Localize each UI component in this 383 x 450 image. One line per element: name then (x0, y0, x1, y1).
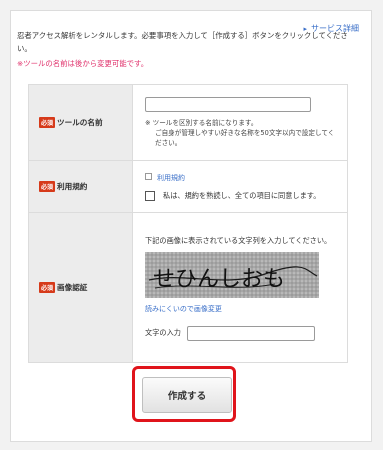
name-change-note: ※ツールの名前は後から変更可能です。 (17, 59, 149, 68)
captcha-image: せひんしおも (145, 251, 319, 298)
required-badge: 必須 (39, 282, 56, 294)
terms-row: 必須 利用規約 利用規約 私は、規約を熟読し、全ての項目に同意します。 (28, 160, 348, 213)
captcha-text: せひんしおも (153, 267, 285, 292)
terms-label-cell: 必須 利用規約 (28, 160, 133, 213)
agree-text: 私は、規約を熟読し、全ての項目に同意します。 (163, 190, 321, 200)
change-captcha-link[interactable]: 読みにくいので画像変更 (145, 304, 335, 314)
agree-row: 私は、規約を熟読し、全ての項目に同意します。 (145, 190, 335, 201)
required-badge: 必須 (39, 181, 56, 193)
captcha-label-cell: 必須 画像認証 (28, 212, 133, 363)
agree-checkbox[interactable] (145, 190, 155, 201)
terms-link[interactable]: 利用規約 (145, 172, 335, 183)
terms-link-label: 利用規約 (157, 173, 185, 182)
captcha-input-label: 文字の入力 (145, 328, 181, 337)
tool-name-value-cell: ※ ツールを区別する名前になります。 ご自身が管理しやすい好きな名称を50文字以… (132, 84, 348, 161)
tool-name-label-cell: 必須 ツールの名前 (28, 84, 133, 161)
required-badge: 必須 (39, 117, 56, 129)
signup-form-table: 必須 ツールの名前 ※ ツールを区別する名前になります。 ご自身が管理しやすい好き… (28, 84, 348, 363)
captcha-label: 画像認証 (57, 282, 88, 292)
tool-name-help-1: ※ ツールを区別する名前になります。 (145, 119, 258, 127)
captcha-input[interactable] (186, 325, 315, 341)
terms-label: 利用規約 (57, 181, 88, 191)
tool-name-help-2: ご自身が管理しやすい好きな名称を50文字以内で設定してください。 (155, 129, 335, 147)
captcha-row: 必須 画像認証 下記の画像に表示されている文字列を入力してください。 せひんしお… (28, 212, 348, 363)
tool-name-input[interactable] (145, 97, 311, 112)
captcha-description: 下記の画像に表示されている文字列を入力してください。 (145, 235, 332, 245)
terms-value-cell: 利用規約 私は、規約を熟読し、全ての項目に同意します。 (132, 160, 348, 213)
intro-text: 忍者アクセス解析をレンタルします。必要事項を入力して［作成する］ボタンをクリック… (17, 31, 348, 53)
create-button[interactable]: 作成する (142, 377, 232, 413)
tool-name-row: 必須 ツールの名前 ※ ツールを区別する名前になります。 ご自身が管理しやすい好き… (28, 84, 348, 161)
tool-name-label: ツールの名前 (57, 117, 103, 127)
captcha-value-cell: 下記の画像に表示されている文字列を入力してください。 せひんしおも 読みにくいの… (132, 212, 348, 363)
external-window-icon (145, 172, 152, 180)
captcha-input-row: 文字の入力 (145, 325, 335, 341)
captcha-noise-svg: せひんしおも (145, 251, 319, 298)
